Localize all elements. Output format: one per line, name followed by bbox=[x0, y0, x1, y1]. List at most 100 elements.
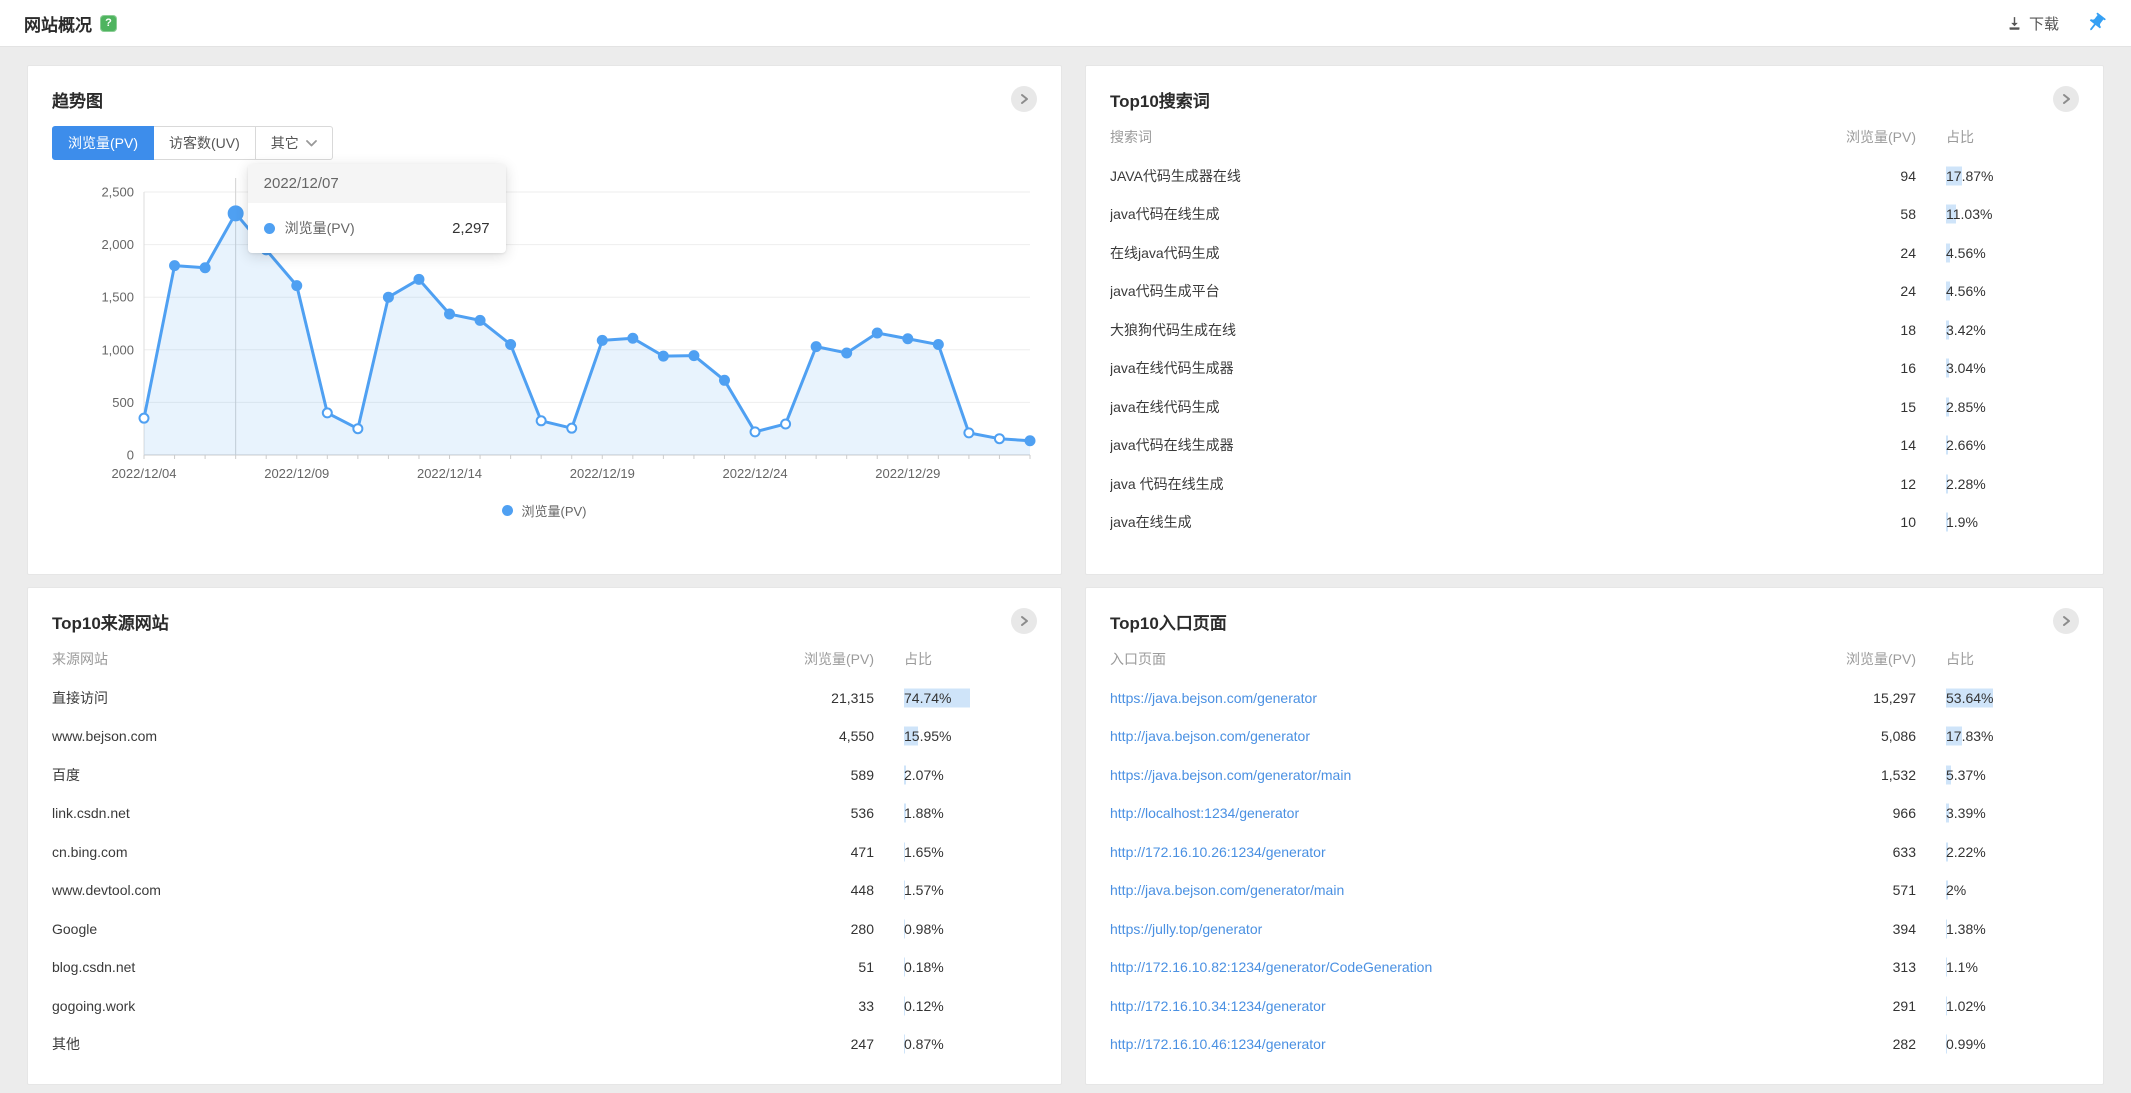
row-pv: 16 bbox=[1806, 360, 1916, 376]
row-ratio: 53.64% bbox=[1946, 690, 2079, 706]
row-name[interactable]: http://localhost:1234/generator bbox=[1110, 805, 1806, 821]
tab-uv[interactable]: 访客数(UV) bbox=[153, 126, 256, 160]
svg-text:2,500: 2,500 bbox=[101, 185, 134, 200]
ratio-value: 0.18% bbox=[904, 959, 1037, 975]
search-terms-more-button[interactable] bbox=[2053, 86, 2079, 112]
tooltip-date: 2022/12/07 bbox=[248, 164, 506, 203]
row-name[interactable]: http://java.bejson.com/generator bbox=[1110, 728, 1806, 744]
row-ratio: 3.42% bbox=[1946, 322, 2079, 338]
ratio-value: 0.12% bbox=[904, 998, 1037, 1014]
row-pv: 394 bbox=[1806, 921, 1916, 937]
entry-pages-more-button[interactable] bbox=[2053, 608, 2079, 634]
ratio-value: 5.37% bbox=[1946, 767, 2079, 783]
search-terms-title: Top10搜索词 bbox=[1110, 87, 1210, 112]
row-name: java 代码在线生成 bbox=[1110, 474, 1806, 494]
tab-other-dropdown[interactable]: 其它 bbox=[255, 126, 333, 160]
svg-text:2022/12/19: 2022/12/19 bbox=[570, 466, 635, 481]
table-row: 其他2470.87% bbox=[52, 1025, 1037, 1064]
dashboard-grid: 趋势图 浏览量(PV) 访客数(UV) 其它 05001,0001,5002,0… bbox=[0, 47, 2131, 1093]
row-pv: 12 bbox=[1806, 476, 1916, 492]
ratio-value: 4.56% bbox=[1946, 283, 2079, 299]
row-ratio: 74.74% bbox=[904, 690, 1037, 706]
table-row: http://172.16.10.34:1234/generator2911.0… bbox=[1110, 987, 2079, 1026]
search-terms-card: Top10搜索词 搜索词浏览量(PV)占比JAVA代码生成器在线9417.87%… bbox=[1085, 65, 2104, 575]
col-header: 占比 bbox=[1946, 127, 2079, 147]
ratio-value: 1.9% bbox=[1946, 514, 2079, 530]
row-pv: 58 bbox=[1806, 206, 1916, 222]
row-name: java在线代码生成 bbox=[1110, 397, 1806, 417]
row-name[interactable]: http://172.16.10.34:1234/generator bbox=[1110, 998, 1806, 1014]
row-name: www.devtool.com bbox=[52, 882, 764, 898]
row-ratio: 1.65% bbox=[904, 844, 1037, 860]
trend-card-title: 趋势图 bbox=[52, 87, 103, 112]
download-label: 下载 bbox=[2029, 13, 2059, 34]
entry-pages-card: Top10入口页面 入口页面浏览量(PV)占比https://java.bejs… bbox=[1085, 587, 2104, 1085]
row-ratio: 17.83% bbox=[1946, 728, 2079, 744]
ratio-value: 1.65% bbox=[904, 844, 1037, 860]
chart-legend[interactable]: 浏览量(PV) bbox=[52, 501, 1037, 520]
ratio-value: 3.04% bbox=[1946, 360, 2079, 376]
row-ratio: 0.12% bbox=[904, 998, 1037, 1014]
ratio-value: 3.39% bbox=[1946, 805, 2079, 821]
topbar: 网站概况 ? 下载 bbox=[0, 0, 2131, 47]
trend-more-button[interactable] bbox=[1011, 86, 1037, 112]
row-name[interactable]: https://java.bejson.com/generator/main bbox=[1110, 767, 1806, 783]
row-name: 大狼狗代码生成在线 bbox=[1110, 320, 1806, 340]
ratio-value: 4.56% bbox=[1946, 245, 2079, 261]
row-pv: 5,086 bbox=[1806, 728, 1916, 744]
row-pv: 280 bbox=[764, 921, 874, 937]
pin-icon[interactable] bbox=[2085, 12, 2107, 34]
ratio-value: 1.02% bbox=[1946, 998, 2079, 1014]
row-pv: 247 bbox=[764, 1036, 874, 1052]
row-name: java在线代码生成器 bbox=[1110, 358, 1806, 378]
referrers-table: 来源网站浏览量(PV)占比直接访问21,31574.74%www.bejson.… bbox=[52, 640, 1037, 1064]
row-name: java在线生成 bbox=[1110, 512, 1806, 532]
trend-chart[interactable]: 05001,0001,5002,0002,5002022/12/042022/1… bbox=[52, 170, 1037, 497]
table-row: java在线生成101.9% bbox=[1110, 503, 2079, 542]
chevron-down-icon bbox=[306, 140, 317, 147]
row-ratio: 4.56% bbox=[1946, 283, 2079, 299]
svg-text:2022/12/09: 2022/12/09 bbox=[264, 466, 329, 481]
ratio-value: 53.64% bbox=[1946, 690, 2079, 706]
ratio-value: 74.74% bbox=[904, 690, 1037, 706]
row-ratio: 2.07% bbox=[904, 767, 1037, 783]
row-name[interactable]: http://172.16.10.82:1234/generator/CodeG… bbox=[1110, 959, 1806, 975]
help-icon[interactable]: ? bbox=[100, 15, 117, 32]
row-name: java代码在线生成 bbox=[1110, 204, 1806, 224]
row-ratio: 3.04% bbox=[1946, 360, 2079, 376]
download-icon bbox=[2006, 15, 2023, 32]
referrers-more-button[interactable] bbox=[1011, 608, 1037, 634]
row-name[interactable]: http://172.16.10.26:1234/generator bbox=[1110, 844, 1806, 860]
trend-chart-plot: 05001,0001,5002,0002,5002022/12/042022/1… bbox=[52, 170, 1037, 497]
row-name[interactable]: https://jully.top/generator bbox=[1110, 921, 1806, 937]
ratio-value: 17.87% bbox=[1946, 168, 2079, 184]
col-header: 来源网站 bbox=[52, 649, 764, 669]
svg-text:2022/12/04: 2022/12/04 bbox=[111, 466, 176, 481]
row-name: JAVA代码生成器在线 bbox=[1110, 166, 1806, 186]
table-row: www.bejson.com4,55015.95% bbox=[52, 717, 1037, 756]
row-ratio: 2% bbox=[1946, 882, 2079, 898]
svg-text:1,500: 1,500 bbox=[101, 290, 134, 305]
entry-pages-title: Top10入口页面 bbox=[1110, 609, 1227, 634]
ratio-value: 1.57% bbox=[904, 882, 1037, 898]
row-name[interactable]: http://172.16.10.46:1234/generator bbox=[1110, 1036, 1806, 1052]
row-pv: 633 bbox=[1806, 844, 1916, 860]
row-pv: 14 bbox=[1806, 437, 1916, 453]
row-pv: 571 bbox=[1806, 882, 1916, 898]
table-row: 百度5892.07% bbox=[52, 756, 1037, 795]
download-button[interactable]: 下载 bbox=[2006, 13, 2059, 34]
row-ratio: 1.88% bbox=[904, 805, 1037, 821]
row-ratio: 2.28% bbox=[1946, 476, 2079, 492]
row-pv: 24 bbox=[1806, 283, 1916, 299]
row-name[interactable]: https://java.bejson.com/generator bbox=[1110, 690, 1806, 706]
referrers-card: Top10来源网站 来源网站浏览量(PV)占比直接访问21,31574.74%w… bbox=[27, 587, 1062, 1085]
table-row: http://172.16.10.26:1234/generator6332.2… bbox=[1110, 833, 2079, 872]
tab-pv[interactable]: 浏览量(PV) bbox=[52, 126, 154, 160]
table-header-row: 来源网站浏览量(PV)占比 bbox=[52, 640, 1037, 679]
series-dot-icon bbox=[264, 223, 275, 234]
row-name[interactable]: http://java.bejson.com/generator/main bbox=[1110, 882, 1806, 898]
table-row: https://jully.top/generator3941.38% bbox=[1110, 910, 2079, 949]
row-ratio: 0.98% bbox=[904, 921, 1037, 937]
row-ratio: 3.39% bbox=[1946, 805, 2079, 821]
table-row: java在线代码生成152.85% bbox=[1110, 388, 2079, 427]
